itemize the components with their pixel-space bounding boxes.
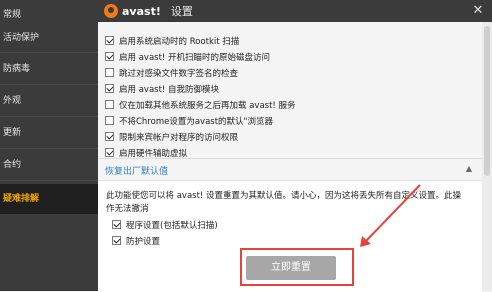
annotation-arrow — [360, 184, 421, 247]
